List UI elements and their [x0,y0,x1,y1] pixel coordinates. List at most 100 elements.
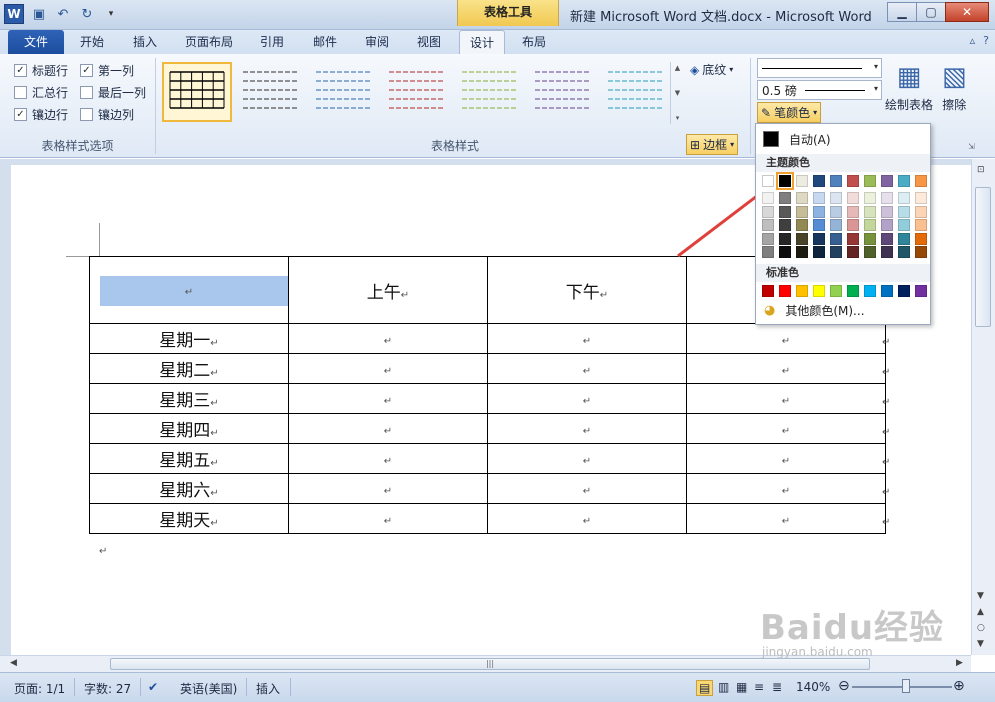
scroll-right-icon[interactable]: ▶ [956,658,963,668]
standard-color-swatch[interactable] [881,285,893,297]
theme-color-shade-swatch[interactable] [813,232,825,245]
theme-color-shade-swatch[interactable] [813,219,825,231]
table-style-thumb[interactable] [535,71,589,109]
theme-color-shade-swatch[interactable] [796,232,808,245]
table-cell[interactable]: ↵ [288,383,488,414]
gallery-more-icon[interactable]: ▾ [676,114,680,122]
theme-color-shade-swatch[interactable] [779,219,791,231]
web-layout-icon[interactable]: ▦ [736,680,747,694]
theme-color-shade-swatch[interactable] [779,232,791,245]
table-cell[interactable]: ↵ [288,443,488,474]
checkbox-icon[interactable]: ✓ [14,108,27,121]
theme-color-swatch[interactable] [830,175,842,187]
table-cell[interactable]: 星期四↵ [89,413,289,444]
tab-file[interactable]: 文件 [8,30,64,54]
theme-color-shade-swatch[interactable] [847,232,859,245]
table-cell[interactable]: ↵ [686,323,886,354]
theme-color-shade-swatch[interactable] [881,205,893,218]
theme-color-swatch[interactable] [864,175,876,187]
theme-color-swatch[interactable] [776,172,794,190]
theme-color-shade-swatch[interactable] [762,246,774,258]
customize-qat-icon[interactable]: ▾ [102,5,120,23]
theme-color-shade-swatch[interactable] [898,219,910,231]
table-style-thumb[interactable] [316,71,370,109]
scroll-left-icon[interactable]: ◀ [10,658,17,668]
zoom-level[interactable]: 140% [796,680,830,694]
table-cell[interactable]: ↵ [487,383,687,414]
standard-color-swatch[interactable] [830,285,842,297]
checkbox-icon[interactable]: ✓ [14,64,27,77]
table-cell[interactable]: ↵ [686,383,886,414]
theme-color-shade-swatch[interactable] [796,246,808,258]
zoom-slider-knob[interactable] [902,679,910,693]
tab-mailings[interactable]: 邮件 [303,30,347,54]
theme-color-shade-swatch[interactable] [813,192,825,204]
redo-icon[interactable]: ↻ [78,5,96,23]
tab-review[interactable]: 审阅 [355,30,399,54]
outline-icon[interactable]: ≡ [754,680,764,694]
standard-color-swatch[interactable] [898,285,910,297]
theme-color-shade-swatch[interactable] [881,246,893,258]
tab-insert[interactable]: 插入 [123,30,167,54]
table-cell[interactable]: ↵ [487,323,687,354]
theme-color-shade-swatch[interactable] [864,219,876,231]
theme-color-shade-swatch[interactable] [864,246,876,258]
next-page-icon[interactable]: ▼ [977,639,984,649]
tab-references[interactable]: 引用 [250,30,294,54]
table-cell[interactable]: ↵ [288,323,488,354]
gallery-up-icon[interactable]: ▲ [675,64,680,72]
theme-color-shade-swatch[interactable] [864,205,876,218]
gallery-down-icon[interactable]: ▼ [675,89,680,97]
shading-button[interactable]: ◈ 底纹 ▾ [690,61,733,78]
status-insert-mode[interactable]: 插入 [256,680,280,697]
browse-object-icon[interactable]: ○ [977,623,985,633]
checkbox-banded-columns[interactable]: 镶边列 [80,106,134,123]
table-cell[interactable]: ↵ [288,353,488,384]
checkbox-icon[interactable] [80,86,93,99]
theme-color-shade-swatch[interactable] [864,192,876,204]
full-screen-reading-icon[interactable]: ▥ [718,680,729,694]
pen-color-button[interactable]: ✎ 笔颜色 ▾ [757,102,822,123]
theme-color-shade-swatch[interactable] [847,246,859,258]
theme-color-shade-swatch[interactable] [847,219,859,231]
theme-color-shade-swatch[interactable] [830,232,842,245]
table-style-thumb[interactable] [243,71,297,109]
table-style-thumb[interactable] [162,62,232,122]
theme-color-swatch[interactable] [813,175,825,187]
theme-color-swatch[interactable] [915,175,927,187]
table-cell[interactable]: ↵ [686,353,886,384]
table-style-thumb[interactable] [462,71,516,109]
theme-color-shade-swatch[interactable] [915,219,927,231]
dialog-launcher-icon[interactable]: ⇲ [968,142,975,151]
table-cell[interactable]: 星期天↵ [89,503,289,534]
theme-color-shade-swatch[interactable] [779,192,791,204]
standard-color-swatch[interactable] [915,285,927,297]
table-cell[interactable]: ↵ [288,503,488,534]
theme-color-shade-swatch[interactable] [762,232,774,245]
theme-color-shade-swatch[interactable] [796,219,808,231]
theme-color-swatch[interactable] [847,175,859,187]
table-cell[interactable]: 星期五↵ [89,443,289,474]
tab-home[interactable]: 开始 [70,30,114,54]
status-page[interactable]: 页面: 1/1 [14,680,65,697]
checkbox-total-row[interactable]: 汇总行 [14,84,68,101]
proofing-icon[interactable]: ✔ [148,680,158,694]
line-weight-dropdown[interactable]: 0.5 磅 ▾ [757,80,882,100]
theme-color-swatch[interactable] [881,175,893,187]
draw-table-button[interactable]: ▦ 绘制表格 [885,62,933,113]
close-icon[interactable]: ✕ [945,2,989,22]
theme-color-shade-swatch[interactable] [847,192,859,204]
table-style-thumbnails[interactable] [162,62,674,124]
table-cell[interactable]: ↵ [487,443,687,474]
undo-icon[interactable]: ↶ [54,5,72,23]
table-cell[interactable]: ↵ [686,473,886,504]
zoom-in-icon[interactable]: ⊕ [953,678,965,694]
theme-color-shade-swatch[interactable] [796,205,808,218]
checkbox-header-row[interactable]: ✓ 标题行 [14,62,68,79]
table-cell[interactable]: ↵ [487,353,687,384]
draft-icon[interactable]: ≣ [772,680,782,694]
theme-color-shade-swatch[interactable] [762,205,774,218]
checkbox-banded-rows[interactable]: ✓ 镶边行 [14,106,68,123]
status-word-count[interactable]: 字数: 27 [84,680,131,697]
theme-color-shade-swatch[interactable] [881,192,893,204]
